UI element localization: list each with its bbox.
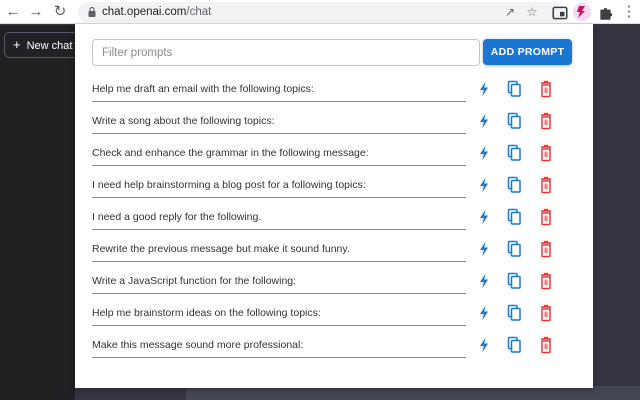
back-arrow-icon[interactable]: ← [4, 3, 22, 21]
copy-prompt-icon[interactable] [506, 304, 522, 322]
delete-prompt-trash-icon[interactable] [538, 336, 554, 354]
copy-prompt-icon[interactable] [506, 208, 522, 226]
menu-dots-icon[interactable]: ⋮ [620, 3, 638, 21]
prompt-row: I need help brainstorming a blog post fo… [92, 176, 562, 200]
chat-sidebar: + New chat [0, 25, 84, 400]
prompt-text[interactable]: Help me draft an email with the followin… [92, 80, 466, 102]
use-prompt-bolt-icon[interactable] [476, 144, 492, 162]
delete-prompt-trash-icon[interactable] [538, 208, 554, 226]
prompt-row: Write a song about the following topics: [92, 112, 562, 136]
prompt-text[interactable]: I need a good reply for the following. [92, 208, 466, 230]
prompt-row: Rewrite the previous message but make it… [92, 240, 562, 264]
prompt-row: Write a JavaScript function for the foll… [92, 272, 562, 296]
browser-toolbar: ← → ↻ chat.openai.com/chat ↗ ☆ ⋮ [0, 0, 640, 24]
prompt-text[interactable]: Write a song about the following topics: [92, 112, 466, 134]
new-chat-label: New chat [26, 40, 73, 52]
use-prompt-bolt-icon[interactable] [476, 80, 492, 98]
prompt-row: I need a good reply for the following. [92, 208, 562, 232]
address-bar[interactable]: chat.openai.com/chat ↗ ☆ [78, 2, 564, 22]
copy-prompt-icon[interactable] [506, 272, 522, 290]
add-prompt-button[interactable]: ADD PROMPT [483, 39, 572, 65]
copy-prompt-icon[interactable] [506, 144, 522, 162]
forward-arrow-icon[interactable]: → [27, 3, 45, 21]
prompt-row: Check and enhance the grammar in the fol… [92, 144, 562, 168]
share-icon[interactable]: ↗ [502, 4, 518, 20]
prompt-row: Help me brainstorm ideas on the followin… [92, 304, 562, 328]
copy-prompt-icon[interactable] [506, 80, 522, 98]
reload-icon[interactable]: ↻ [51, 3, 69, 21]
prompt-text[interactable]: Help me brainstorm ideas on the followin… [92, 304, 466, 326]
delete-prompt-trash-icon[interactable] [538, 144, 554, 162]
extensions-puzzle-icon[interactable] [597, 4, 615, 22]
copy-prompt-icon[interactable] [506, 240, 522, 258]
chat-main-area [186, 386, 640, 400]
prompt-row: Help me draft an email with the followin… [92, 80, 562, 104]
copy-prompt-icon[interactable] [506, 112, 522, 130]
prompt-text[interactable]: Write a JavaScript function for the foll… [92, 272, 466, 294]
use-prompt-bolt-icon[interactable] [476, 336, 492, 354]
prompt-text[interactable]: Check and enhance the grammar in the fol… [92, 144, 466, 166]
delete-prompt-trash-icon[interactable] [538, 176, 554, 194]
prompt-row: Make this message sound more professiona… [92, 336, 562, 360]
use-prompt-bolt-icon[interactable] [476, 272, 492, 290]
new-chat-button[interactable]: + New chat [4, 32, 84, 58]
prompt-manager-popup: ADD PROMPT Help me draft an email with t… [75, 24, 593, 388]
prompt-text[interactable]: Make this message sound more professiona… [92, 336, 466, 358]
lock-icon [88, 6, 96, 17]
use-prompt-bolt-icon[interactable] [476, 208, 492, 226]
prompt-text[interactable]: Rewrite the previous message but make it… [92, 240, 466, 262]
filter-prompts-input[interactable] [92, 39, 480, 66]
prompt-extension-icon[interactable] [573, 3, 591, 21]
copy-prompt-icon[interactable] [506, 336, 522, 354]
delete-prompt-trash-icon[interactable] [538, 304, 554, 322]
copy-prompt-icon[interactable] [506, 176, 522, 194]
plus-icon: + [13, 37, 21, 52]
delete-prompt-trash-icon[interactable] [538, 80, 554, 98]
media-control-icon[interactable] [551, 4, 569, 22]
url-text: chat.openai.com/chat [102, 6, 212, 18]
use-prompt-bolt-icon[interactable] [476, 112, 492, 130]
use-prompt-bolt-icon[interactable] [476, 176, 492, 194]
delete-prompt-trash-icon[interactable] [538, 272, 554, 290]
prompt-text[interactable]: I need help brainstorming a blog post fo… [92, 176, 466, 198]
use-prompt-bolt-icon[interactable] [476, 304, 492, 322]
bookmark-star-icon[interactable]: ☆ [524, 4, 540, 20]
delete-prompt-trash-icon[interactable] [538, 112, 554, 130]
delete-prompt-trash-icon[interactable] [538, 240, 554, 258]
use-prompt-bolt-icon[interactable] [476, 240, 492, 258]
